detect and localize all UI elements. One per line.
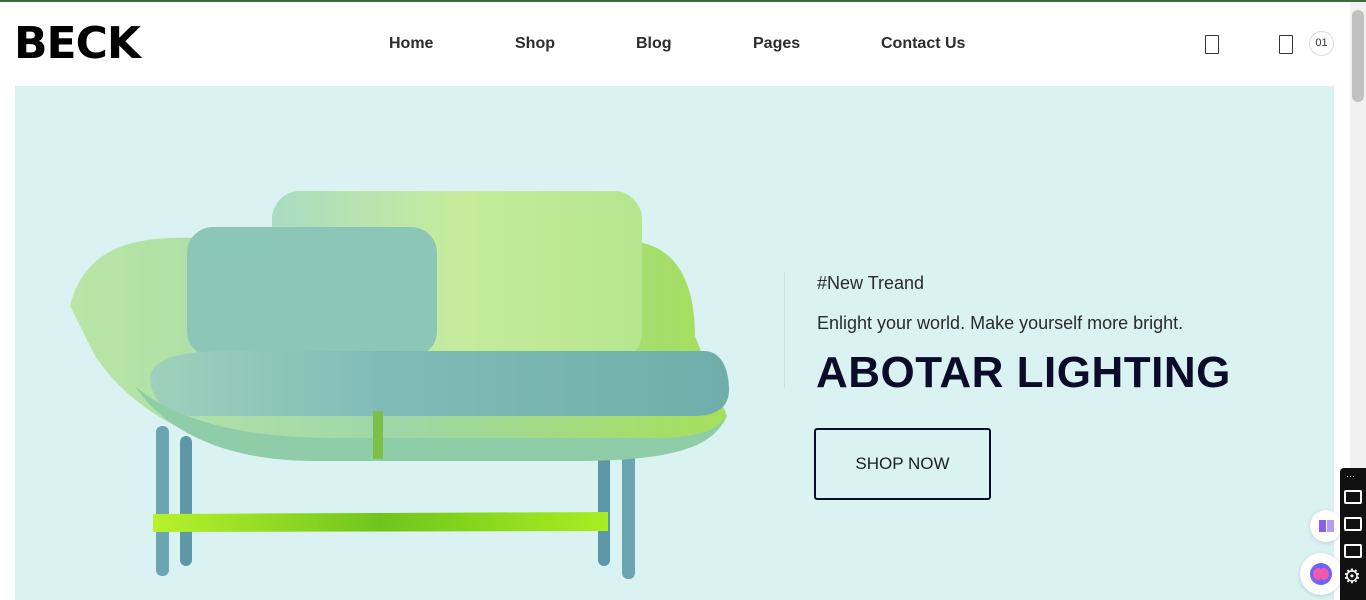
video-icon[interactable] bbox=[1344, 517, 1362, 531]
assistant-extension-button[interactable] bbox=[1300, 553, 1342, 595]
brain-icon bbox=[1310, 563, 1332, 585]
nav-shop[interactable]: Shop bbox=[515, 34, 555, 54]
cart-icon[interactable] bbox=[1279, 35, 1293, 54]
gear-icon[interactable]: ⚙ bbox=[1343, 566, 1361, 588]
main-nav: Home Shop Blog Pages Contact Us bbox=[0, 2, 1350, 86]
divider-line bbox=[784, 272, 785, 388]
hero-banner: #New Treand Enlight your world. Make you… bbox=[15, 86, 1334, 600]
site-header: BECK Home Shop Blog Pages Contact Us 01 bbox=[0, 2, 1350, 86]
window-icon[interactable] bbox=[1344, 544, 1362, 558]
scrollbar-thumb[interactable] bbox=[1352, 10, 1364, 102]
nav-blog[interactable]: Blog bbox=[636, 34, 672, 54]
sofa-leg bbox=[156, 426, 169, 576]
book-icon bbox=[1319, 520, 1334, 532]
hero-tag: #New Treand bbox=[817, 273, 925, 293]
search-icon[interactable] bbox=[1205, 35, 1219, 54]
hero-subtitle: Enlight your world. Make yourself more b… bbox=[817, 313, 1184, 333]
hero-title: ABOTAR LIGHTING bbox=[816, 348, 1231, 397]
sofa-leg bbox=[180, 436, 192, 566]
shop-now-button[interactable]: SHOP NOW bbox=[814, 428, 991, 500]
cart-count-badge: 01 bbox=[1309, 31, 1334, 56]
nav-home[interactable]: Home bbox=[389, 34, 433, 54]
more-options-icon[interactable]: ⋯ bbox=[1346, 471, 1355, 481]
sofa-seat bbox=[150, 351, 729, 416]
sofa-pillow bbox=[187, 227, 437, 357]
sofa-crossbar bbox=[153, 512, 608, 532]
nav-pages[interactable]: Pages bbox=[753, 34, 800, 54]
camera-icon[interactable] bbox=[1344, 490, 1362, 504]
extension-toolbar: ⋯ ⚙ bbox=[1340, 468, 1366, 600]
sofa-leg bbox=[622, 451, 635, 579]
nav-contact-us[interactable]: Contact Us bbox=[881, 34, 965, 54]
sofa-image bbox=[70, 191, 729, 579]
sofa-accent-strip bbox=[373, 411, 383, 459]
reader-extension-button[interactable] bbox=[1310, 510, 1342, 542]
sofa-leg bbox=[598, 451, 610, 566]
